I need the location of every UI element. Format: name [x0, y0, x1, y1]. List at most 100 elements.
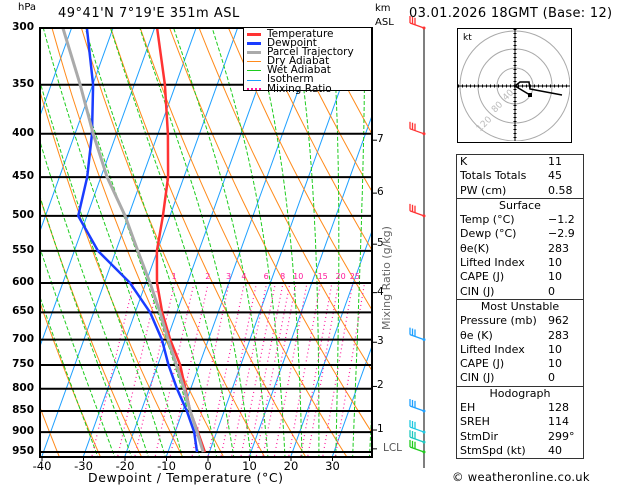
hodograph-ring-label: 120 — [475, 115, 494, 134]
index-label: PW (cm) — [460, 183, 507, 197]
index-label: StmSpd (kt) — [460, 443, 526, 457]
index-value: 11 — [548, 155, 562, 168]
index-row: PW (cm) 0.58 — [457, 184, 583, 198]
dry-adiabat-line — [622, 3, 629, 471]
index-row: StmDir 299° — [457, 430, 583, 444]
index-label: Temp (°C) — [460, 213, 515, 227]
index-row: Lifted Index 10 — [457, 343, 583, 357]
index-label: CAPE (J) — [460, 270, 505, 284]
index-value: 10 — [548, 270, 562, 284]
mixing-ratio-line — [334, 282, 366, 456]
index-value: 45 — [548, 169, 562, 183]
section-title: Hodograph — [489, 386, 551, 400]
index-label: Pressure (mb) — [460, 314, 537, 328]
pressure-label: 750 — [12, 358, 34, 370]
general-indices: K 11 Totals Totals 45 PW (cm) 0.58 — [457, 155, 583, 198]
wind-barb-dot — [422, 338, 426, 342]
index-row: CAPE (J) 10 — [457, 357, 583, 371]
mixing-ratio-line — [307, 282, 340, 456]
wind-barb — [409, 16, 426, 30]
mixing-ratio-line — [322, 282, 354, 456]
dry-adiabat-line — [0, 3, 24, 471]
legend-swatch-dry_adiabat — [247, 61, 261, 63]
hodograph-plot: kt 40 80 120 — [458, 29, 571, 142]
index-label: Lifted Index — [460, 342, 525, 356]
pressure-label: 600 — [12, 275, 34, 288]
wind-barb — [409, 399, 426, 413]
surface-indices: Surface Temp (°C) −1.2 Dewp (°C) −2.9 θe(K) 2… — [457, 197, 583, 299]
mixing-ratio-axis-title: Mixing Ratio (g/kg) — [380, 226, 393, 330]
pressure-label: 350 — [12, 77, 34, 90]
mixing-ratio-label: 20 — [335, 271, 346, 281]
copyright: © weatheronline.co.uk — [452, 470, 590, 484]
legend-swatch-dewpoint — [247, 42, 261, 46]
mixing-ratio-line — [240, 282, 276, 456]
wind-barb — [409, 327, 426, 342]
index-row: CAPE (J) 10 — [457, 270, 583, 284]
index-value: 0.58 — [548, 183, 573, 197]
index-value: −2.9 — [548, 227, 575, 241]
pressure-label: 800 — [12, 381, 34, 394]
legend-swatch-temperature — [247, 33, 261, 37]
pressure-label: 300 — [12, 21, 34, 33]
index-row: Lifted Index 10 — [457, 256, 583, 270]
index-value: 962 — [548, 314, 569, 328]
index-row: θe (K) 283 — [457, 329, 583, 343]
index-row: CIN (J) 0 — [457, 371, 583, 385]
index-label: K — [460, 155, 468, 168]
mixing-ratio-label: 3 — [226, 271, 232, 281]
index-label: θe (K) — [460, 328, 493, 342]
index-row: SREH 114 — [457, 415, 583, 429]
wind-barbs — [409, 16, 426, 454]
pressure-label: 700 — [12, 332, 34, 345]
height-label: 1 — [377, 423, 384, 436]
legend: Temperature Dewpoint Parcel Trajectory Dry … — [243, 28, 371, 95]
index-value: 114 — [548, 415, 569, 429]
hodograph: kt 40 80 120 — [457, 28, 572, 143]
index-value: 0 — [548, 371, 555, 385]
wind-barb-dot — [422, 430, 426, 434]
hodograph-ring-label: 40 — [501, 88, 516, 103]
wind-barb-dot — [422, 214, 426, 218]
wind-barb-dot — [422, 132, 426, 136]
pressure-label: 950 — [12, 444, 34, 457]
index-label: CAPE (J) — [460, 357, 505, 371]
pressure-label: 850 — [12, 404, 34, 417]
height-label: 3 — [377, 335, 384, 348]
temperature-tick-label: 20 — [283, 459, 299, 473]
section-title: Surface — [499, 198, 541, 212]
index-label: Dewp (°C) — [460, 227, 517, 241]
index-label: StmDir — [460, 429, 499, 443]
storm-motion-marker — [528, 93, 532, 97]
pressure-label: 500 — [12, 208, 34, 221]
pressure-label: 450 — [12, 170, 34, 183]
isotherm-line — [40, 28, 156, 348]
index-label: EH — [460, 401, 476, 415]
wind-barb-dot — [422, 450, 426, 454]
mixing-ratio-line — [300, 282, 333, 456]
mixing-ratio-label: 25 — [349, 271, 360, 281]
indices-table: K 11 Totals Totals 45 PW (cm) 0.58 Surface Te… — [456, 154, 584, 460]
pressure-label: 900 — [12, 425, 34, 438]
pressure-label: 550 — [12, 243, 34, 256]
mixing-ratio-axis-title-text: Mixing Ratio (g/kg) — [380, 226, 393, 330]
wet-adiabat-line — [84, 28, 218, 457]
mixing-ratio-label: 15 — [317, 271, 328, 281]
index-value: 10 — [548, 357, 562, 371]
legend-label: Mixing Ratio — [267, 82, 332, 95]
pressure-label: 400 — [12, 126, 34, 139]
index-row: Totals Totals 45 — [457, 169, 583, 183]
x-axis-title: Dewpoint / Temperature (°C) — [88, 470, 284, 485]
height-label: 6 — [377, 186, 384, 199]
index-value: 10 — [548, 342, 562, 356]
hodograph-ring-label: 80 — [490, 100, 505, 115]
mixing-ratio-label: 10 — [293, 271, 304, 281]
wet-adiabat-line — [40, 246, 116, 457]
index-row: K 11 — [457, 155, 583, 169]
index-value: 283 — [548, 328, 569, 342]
index-label: θe(K) — [460, 241, 490, 255]
most-unstable-indices: Most Unstable Pressure (mb) 962 θe (K) 283 L… — [457, 298, 583, 386]
legend-item: Mixing Ratio — [244, 82, 371, 95]
index-value: −1.2 — [548, 213, 575, 227]
hodograph-unit: kt — [463, 33, 472, 43]
